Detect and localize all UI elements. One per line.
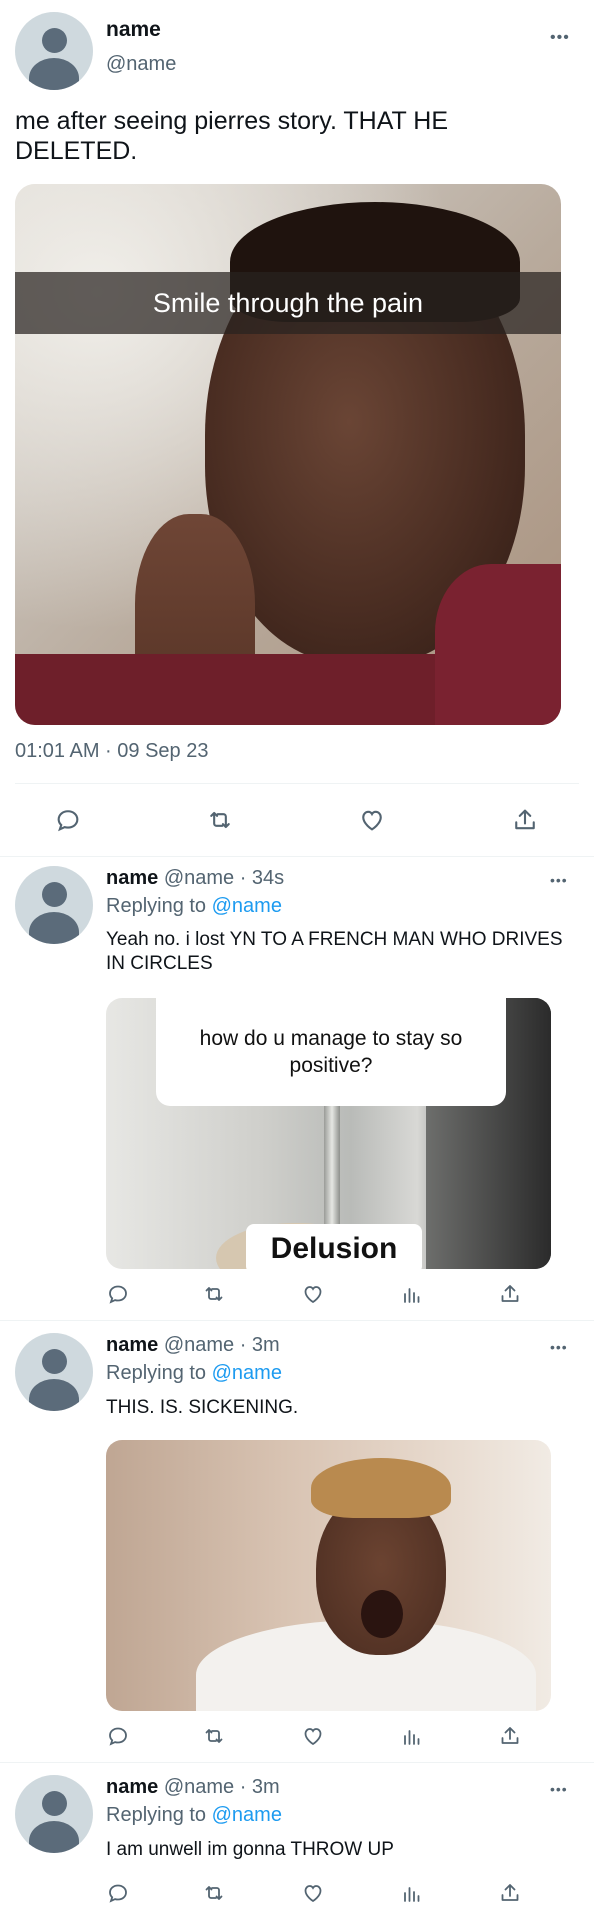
share-icon	[501, 1884, 519, 1901]
divider	[0, 856, 594, 857]
tweet-text: I am unwell im gonna THROW UP	[106, 1839, 394, 1860]
views-button[interactable]	[398, 1722, 426, 1750]
question-text: how do u manage to stay so positive?	[199, 1027, 463, 1077]
answer-box: Delusion	[246, 1224, 422, 1269]
views-icon	[404, 1887, 420, 1902]
avatar[interactable]	[15, 1775, 93, 1853]
reply-button[interactable]	[104, 1879, 132, 1907]
reply-button[interactable]	[52, 804, 84, 836]
tweet-image[interactable]	[106, 1440, 551, 1711]
answer-text: Delusion	[270, 1232, 398, 1265]
reply-icon	[109, 1884, 127, 1903]
retweet-button[interactable]	[200, 1280, 228, 1308]
more-options-icon[interactable]: •••	[550, 1340, 568, 1354]
replying-to: Replying to @name	[106, 895, 282, 917]
tweet-time[interactable]: · 3m	[240, 1776, 280, 1798]
heart-icon	[304, 1728, 322, 1746]
user-handle[interactable]: @name	[106, 53, 176, 76]
heart-icon	[304, 1286, 322, 1304]
display-name[interactable]: name	[106, 1334, 158, 1356]
display-name[interactable]: name	[106, 18, 161, 42]
replying-to-handle[interactable]: @name	[212, 1804, 282, 1826]
views-icon	[404, 1288, 420, 1303]
display-name[interactable]: name	[106, 1776, 158, 1798]
user-handle[interactable]: @name	[164, 867, 234, 889]
replying-to-handle[interactable]: @name	[212, 1362, 282, 1384]
views-button[interactable]	[398, 1879, 426, 1907]
share-button[interactable]	[509, 804, 541, 836]
divider	[0, 1320, 594, 1321]
divider	[0, 1762, 594, 1763]
replying-to: Replying to @name	[106, 1362, 282, 1384]
question-box: how do u manage to stay so positive?	[156, 998, 506, 1106]
like-button[interactable]	[299, 1879, 327, 1907]
retweet-icon	[205, 1287, 223, 1301]
reply-header: name @name · 3m	[106, 1776, 280, 1799]
share-icon	[501, 1727, 519, 1744]
share-button[interactable]	[496, 1722, 524, 1750]
reply-icon	[109, 1285, 127, 1304]
display-name[interactable]: name	[106, 867, 158, 889]
user-handle[interactable]: @name	[164, 1776, 234, 1798]
avatar[interactable]	[15, 866, 93, 944]
share-icon	[501, 1285, 519, 1302]
user-handle[interactable]: @name	[164, 1334, 234, 1356]
replying-to-handle[interactable]: @name	[212, 895, 282, 917]
share-icon	[515, 809, 535, 830]
heart-icon	[362, 810, 382, 831]
share-button[interactable]	[496, 1879, 524, 1907]
tweet-text: THIS. IS. SICKENING.	[106, 1397, 299, 1418]
retweet-icon	[210, 811, 230, 829]
headband-shape	[311, 1458, 451, 1518]
like-button[interactable]	[356, 804, 388, 836]
reply-icon	[109, 1727, 127, 1746]
avatar[interactable]	[15, 12, 93, 90]
more-options-icon[interactable]: •••	[550, 873, 568, 887]
tweet-text: me after seeing pierres story. THAT HE D…	[15, 107, 449, 165]
retweet-icon	[205, 1886, 223, 1900]
reply-icon	[57, 810, 79, 832]
like-button[interactable]	[299, 1722, 327, 1750]
divider	[15, 783, 579, 784]
replying-to: Replying to @name	[106, 1804, 282, 1826]
hoodie-right	[435, 564, 561, 725]
views-icon	[404, 1730, 420, 1745]
reply-header: name @name · 3m	[106, 1334, 280, 1357]
tweet-image[interactable]: Smile through the pain	[15, 184, 561, 725]
heart-icon	[304, 1885, 322, 1903]
more-options-icon[interactable]: •••	[550, 30, 570, 46]
retweet-button[interactable]	[200, 1879, 228, 1907]
tweet-timestamp[interactable]: 01:01 AM · 09 Sep 23	[15, 740, 208, 763]
avatar[interactable]	[15, 1333, 93, 1411]
more-options-icon[interactable]: •••	[550, 1782, 568, 1796]
tweet-text: Yeah no. i lost YN TO A FRENCH MAN WHO D…	[106, 929, 563, 974]
reply-button[interactable]	[104, 1722, 132, 1750]
tweet-image[interactable]: how do u manage to stay so positive? Del…	[106, 998, 551, 1269]
tweet-time[interactable]: · 34s	[240, 867, 284, 889]
share-button[interactable]	[496, 1280, 524, 1308]
image-caption: Smile through the pain	[152, 287, 424, 318]
retweet-button[interactable]	[200, 1722, 228, 1750]
retweet-button[interactable]	[204, 804, 236, 836]
mouth-shape	[361, 1590, 403, 1638]
like-button[interactable]	[299, 1280, 327, 1308]
reply-button[interactable]	[104, 1280, 132, 1308]
tweet-time[interactable]: · 3m	[240, 1334, 280, 1356]
image-caption-bar: Smile through the pain	[15, 272, 561, 334]
retweet-icon	[205, 1729, 223, 1743]
views-button[interactable]	[398, 1280, 426, 1308]
reply-header: name @name · 34s	[106, 867, 284, 890]
